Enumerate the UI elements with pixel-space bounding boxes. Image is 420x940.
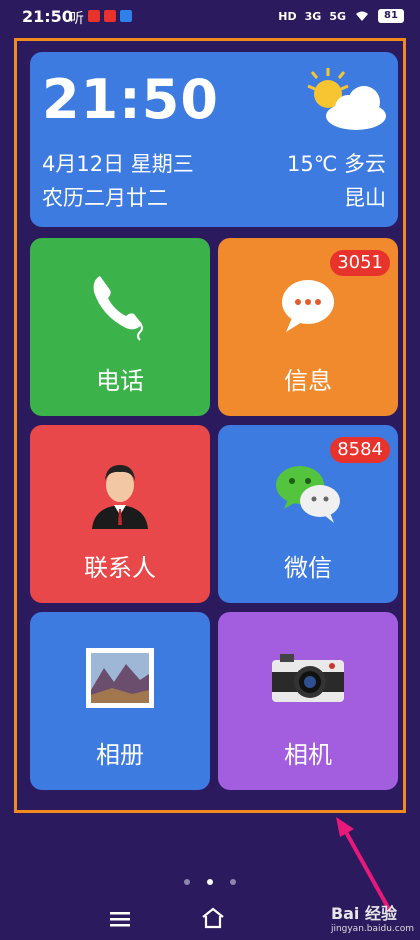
tile-messages[interactable]: 3051 信息 — [218, 238, 398, 416]
page-dot[interactable] — [230, 879, 237, 885]
status-bar: 21:50 听 HD 3G 5G 81 — [0, 0, 420, 34]
tile-wechat[interactable]: 8584 微信 — [218, 425, 398, 603]
widget-clock: 21:50 — [42, 68, 219, 131]
menu-icon[interactable] — [110, 910, 130, 928]
battery-indicator: 81 — [378, 9, 404, 23]
signal-3g-icon: 3G — [304, 9, 322, 23]
partly-cloudy-icon — [307, 68, 386, 130]
status-app-label: 听 — [70, 11, 84, 27]
wifi-icon — [356, 11, 368, 21]
tile-label: 相册 — [96, 741, 144, 769]
photo-album-icon — [86, 648, 154, 708]
tile-label: 电话 — [96, 367, 144, 395]
tile-camera[interactable]: 相机 — [218, 612, 398, 790]
widget-city: 昆山 — [344, 186, 386, 210]
camera-icon — [272, 654, 344, 702]
tile-contacts[interactable]: 联系人 — [30, 425, 210, 603]
watermark-brand: Bai 经验 — [330, 904, 397, 923]
tile-label: 信息 — [284, 367, 332, 395]
widget-weather: 15℃ 多云 — [287, 152, 386, 176]
baidu-jingyan-watermark: Bai 经验 jingyan.baidu.com — [331, 900, 414, 934]
widget-date: 4月12日 星期三 — [42, 152, 194, 176]
page-dot-active[interactable] — [207, 879, 213, 885]
tile-label: 微信 — [284, 554, 332, 582]
home-icon[interactable] — [200, 906, 226, 930]
phone-icon — [93, 276, 143, 341]
wechat-icon — [276, 466, 340, 523]
tile-album[interactable]: 相册 — [30, 612, 210, 790]
hd-indicator: HD — [278, 9, 297, 23]
notification-app-icon-3 — [120, 10, 132, 22]
contact-icon — [92, 465, 148, 529]
watermark-url: jingyan.baidu.com — [330, 924, 414, 934]
clock-weather-widget[interactable]: 21:50 4月12日 星期三 农历二月廿二 15℃ 多云 昆山 — [30, 52, 398, 227]
widget-lunar-date: 农历二月廿二 — [42, 186, 168, 210]
signal-5g-icon: 5G — [329, 9, 346, 23]
message-icon — [282, 280, 334, 332]
status-time: 21:50 — [22, 7, 73, 26]
tile-label: 相机 — [284, 741, 332, 769]
tile-phone[interactable]: 电话 — [30, 238, 210, 416]
notification-app-icon-2 — [104, 10, 116, 22]
notification-app-icon — [88, 10, 100, 22]
page-dot[interactable] — [183, 879, 190, 885]
tile-label: 联系人 — [84, 554, 156, 582]
page-indicator — [0, 870, 420, 889]
